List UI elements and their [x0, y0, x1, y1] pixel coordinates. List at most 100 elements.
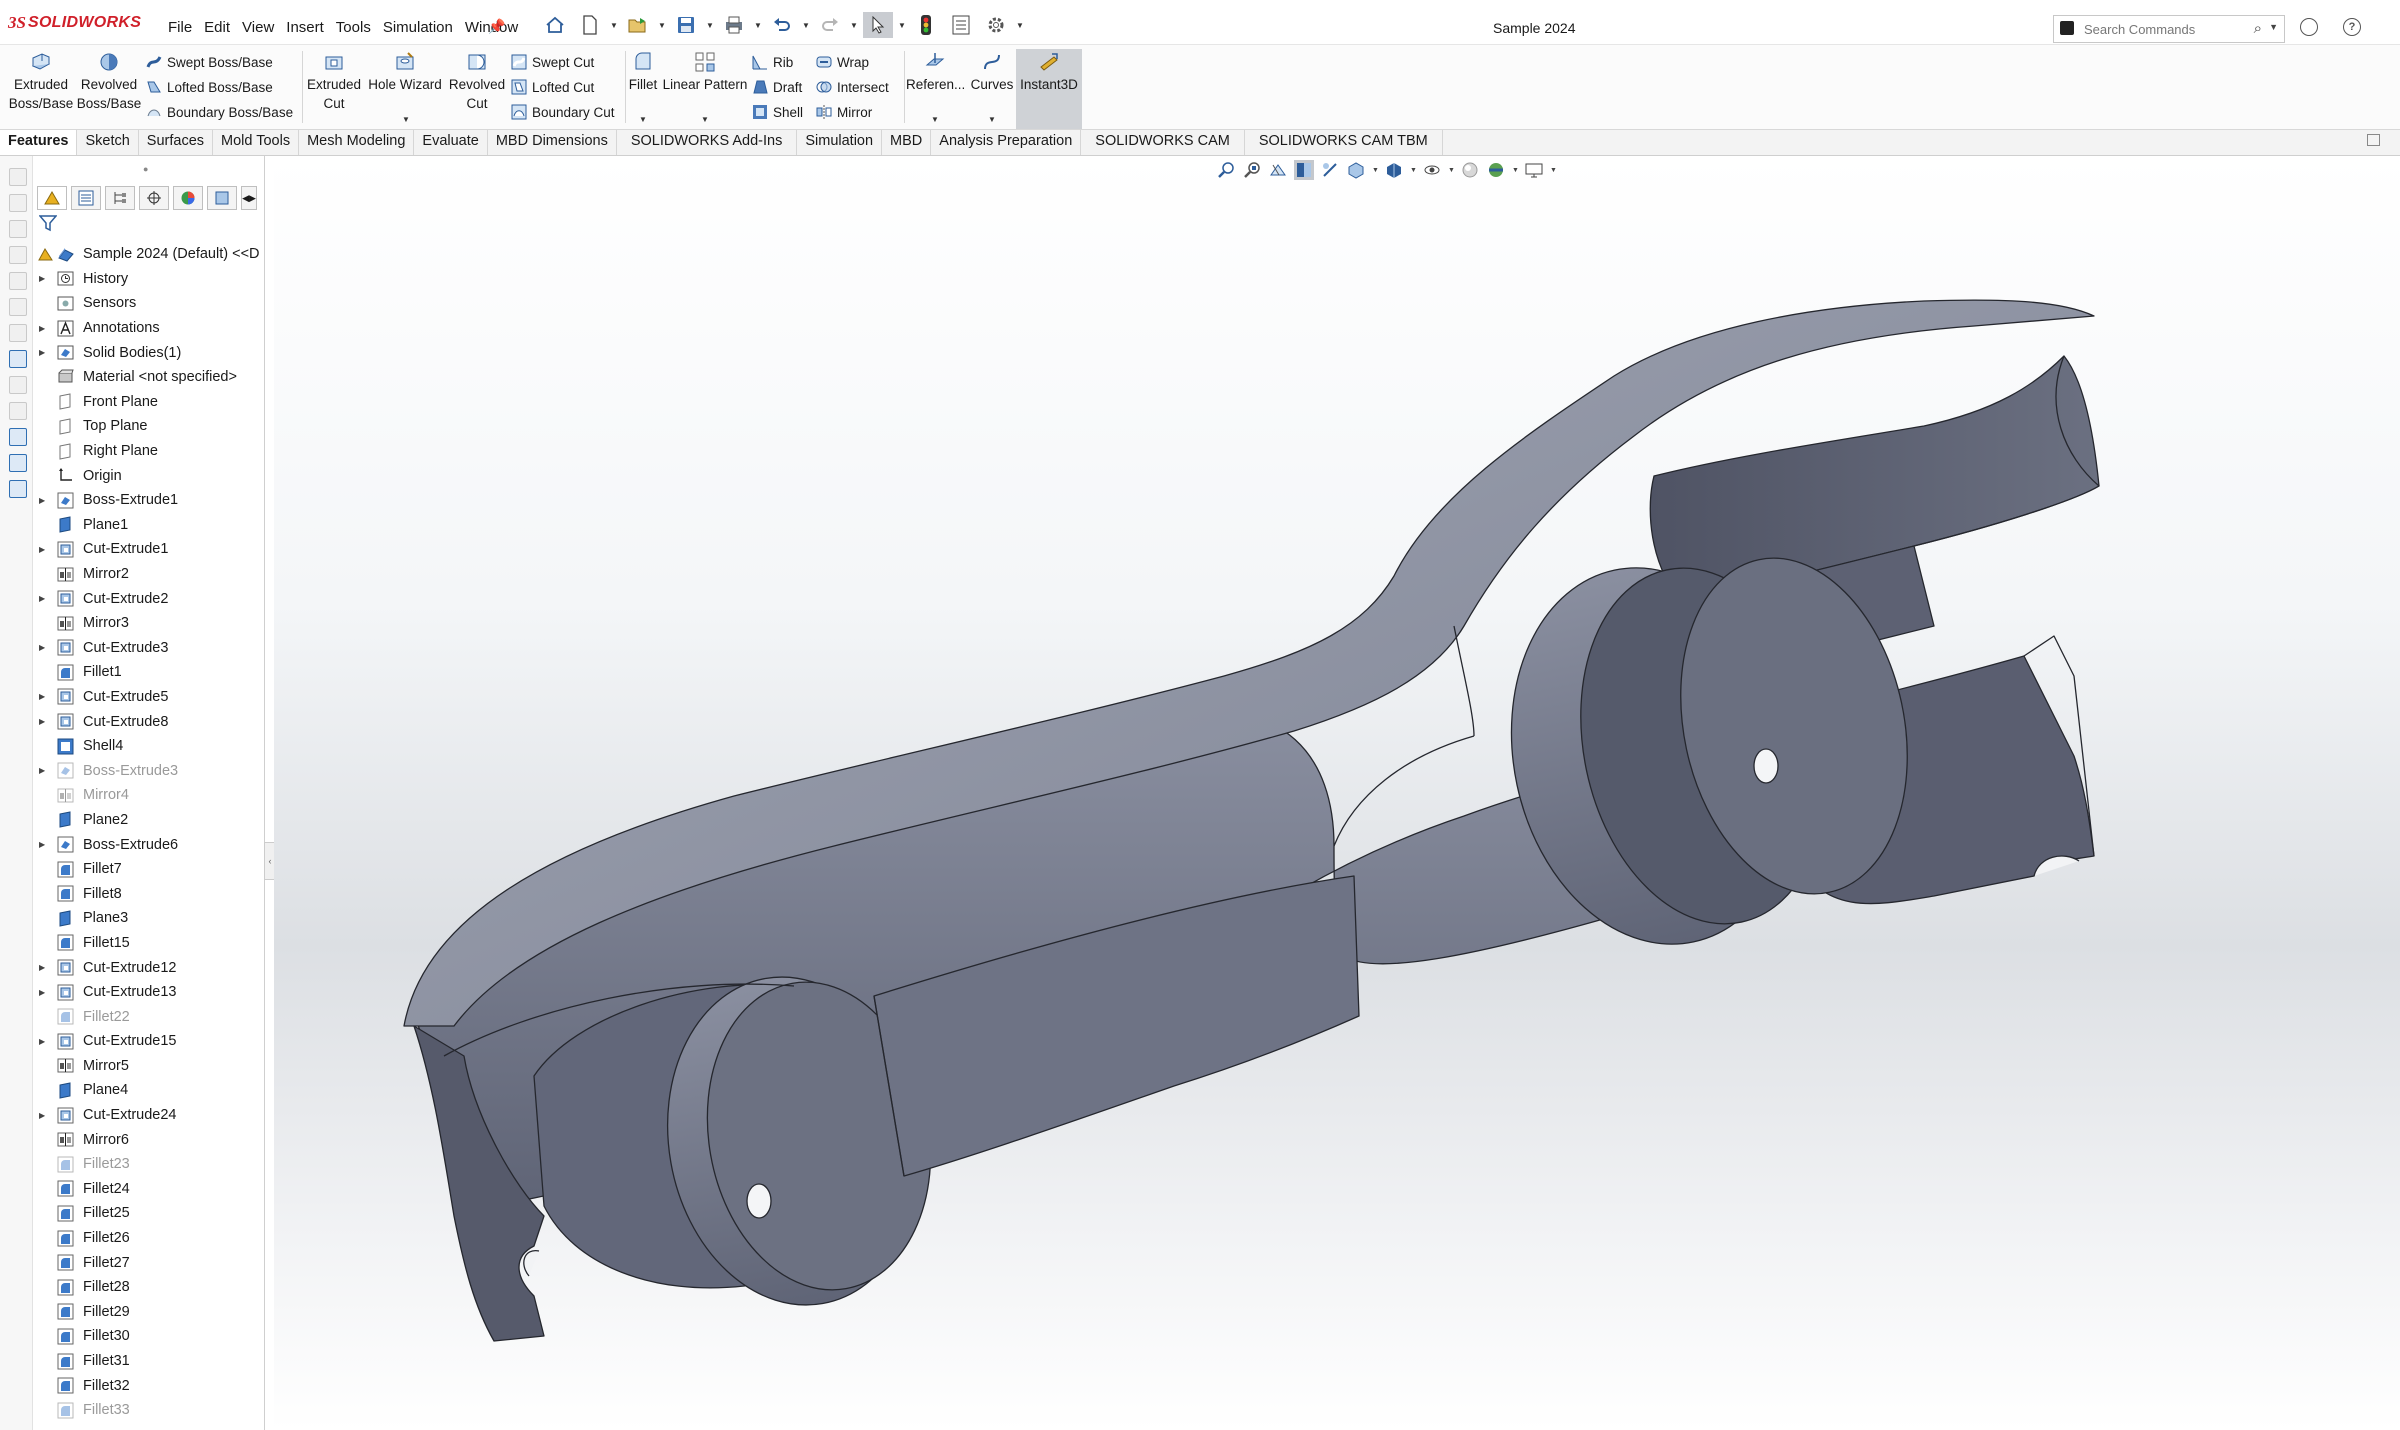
tree-item[interactable]: Mirror3: [33, 611, 264, 636]
search-icon[interactable]: ⌕: [2254, 20, 2262, 37]
expand-arrow-icon[interactable]: ▶: [39, 963, 45, 972]
expand-arrow-icon[interactable]: ▶: [39, 594, 45, 603]
expand-arrow-icon[interactable]: ▶: [39, 324, 45, 333]
tree-item[interactable]: Fillet26: [33, 1226, 264, 1251]
strip-tool-13-icon[interactable]: [9, 480, 27, 498]
configuration-manager-tab-icon[interactable]: [105, 186, 135, 210]
wrap-button[interactable]: Wrap: [816, 51, 869, 73]
tree-item[interactable]: ▶ Cut-Extrude12: [33, 955, 264, 980]
revolved-cut-button[interactable]: Revolved Cut: [446, 51, 508, 113]
expand-arrow-icon[interactable]: ▶: [39, 348, 45, 357]
tree-item[interactable]: ▶ Cut-Extrude24: [33, 1103, 264, 1128]
fillet-button[interactable]: Fillet: [626, 51, 660, 94]
tab-mesh-modeling[interactable]: Mesh Modeling: [299, 130, 415, 155]
strip-tool-4-icon[interactable]: [9, 246, 27, 264]
tab-sketch[interactable]: Sketch: [77, 130, 139, 155]
select-icon[interactable]: [863, 12, 893, 38]
tree-item[interactable]: Mirror6: [33, 1127, 264, 1152]
solidworks-logo[interactable]: 3S SOLIDWORKS: [8, 13, 141, 32]
tree-item[interactable]: ▶ Solid Bodies(1): [33, 340, 264, 365]
open-icon[interactable]: [623, 12, 653, 38]
open-dropdown-icon[interactable]: ▼: [658, 21, 666, 30]
strip-tool-5-icon[interactable]: [9, 272, 27, 290]
linear-pattern-dropdown-icon[interactable]: ▼: [701, 115, 709, 124]
property-manager-tab-icon[interactable]: [71, 186, 101, 210]
menu-simulation[interactable]: Simulation: [377, 19, 459, 36]
cam-tab-icon[interactable]: [207, 186, 237, 210]
draft-button[interactable]: Draft: [752, 76, 802, 98]
tree-item[interactable]: Plane2: [33, 808, 264, 833]
undo-icon[interactable]: [767, 12, 797, 38]
boundary-cut-button[interactable]: Boundary Cut: [511, 101, 615, 123]
tree-item[interactable]: Fillet31: [33, 1349, 264, 1374]
tab-simulation[interactable]: Simulation: [797, 130, 883, 155]
tree-item[interactable]: Fillet8: [33, 881, 264, 906]
rib-button[interactable]: Rib: [752, 51, 793, 73]
curves-dropdown-icon[interactable]: ▼: [988, 115, 996, 124]
display-manager-tab-icon[interactable]: [173, 186, 203, 210]
expand-arrow-icon[interactable]: ▶: [39, 1037, 45, 1046]
expand-arrow-icon[interactable]: ▶: [39, 692, 45, 701]
tree-item[interactable]: Mirror4: [33, 783, 264, 808]
strip-tool-2-icon[interactable]: [9, 194, 27, 212]
strip-tool-12-icon[interactable]: [9, 454, 27, 472]
tree-item[interactable]: Fillet29: [33, 1300, 264, 1325]
save-icon[interactable]: [671, 12, 701, 38]
dimxpert-manager-tab-icon[interactable]: [139, 186, 169, 210]
redo-icon[interactable]: [815, 12, 845, 38]
tree-item[interactable]: Fillet27: [33, 1250, 264, 1275]
strip-tool-11-icon[interactable]: [9, 428, 27, 446]
panel-handle-icon[interactable]: ●: [143, 164, 148, 174]
options-icon[interactable]: [981, 12, 1011, 38]
tree-item[interactable]: Fillet23: [33, 1152, 264, 1177]
tree-item[interactable]: Fillet24: [33, 1177, 264, 1202]
tree-item[interactable]: Fillet22: [33, 1004, 264, 1029]
menu-edit[interactable]: Edit: [198, 19, 236, 36]
part-3d-model[interactable]: [274, 156, 2400, 1430]
file-properties-icon[interactable]: [946, 12, 976, 38]
tree-item[interactable]: ▶ Cut-Extrude8: [33, 709, 264, 734]
swept-cut-button[interactable]: Swept Cut: [511, 51, 594, 73]
lofted-cut-button[interactable]: Lofted Cut: [511, 76, 594, 98]
tab-solidworks-cam[interactable]: SOLIDWORKS CAM: [1081, 130, 1245, 155]
boundary-boss-button[interactable]: Boundary Boss/Base: [146, 101, 293, 123]
tree-item[interactable]: ▶ Cut-Extrude15: [33, 1029, 264, 1054]
strip-tool-8-icon[interactable]: [9, 350, 27, 368]
tab-solidworks-add-ins[interactable]: SOLIDWORKS Add-Ins: [617, 130, 798, 155]
intersect-button[interactable]: Intersect: [816, 76, 889, 98]
tree-item[interactable]: Fillet15: [33, 931, 264, 956]
strip-tool-3-icon[interactable]: [9, 220, 27, 238]
menu-insert[interactable]: Insert: [280, 19, 330, 36]
tree-item[interactable]: ▶ Boss-Extrude1: [33, 488, 264, 513]
tree-item[interactable]: ▶ Boss-Extrude3: [33, 758, 264, 783]
tab-mbd-dimensions[interactable]: MBD Dimensions: [488, 130, 617, 155]
strip-tool-9-icon[interactable]: [9, 376, 27, 394]
hole-wizard-dropdown-icon[interactable]: ▼: [402, 115, 410, 124]
tree-item[interactable]: Sensors: [33, 291, 264, 316]
tree-item[interactable]: ▶ Cut-Extrude5: [33, 685, 264, 710]
tree-item[interactable]: ▶ Boss-Extrude6: [33, 832, 264, 857]
tree-item[interactable]: ▶ Annotations: [33, 316, 264, 341]
tree-item[interactable]: Shell4: [33, 734, 264, 759]
mirror-button[interactable]: Mirror: [816, 101, 872, 123]
new-dropdown-icon[interactable]: ▼: [610, 21, 618, 30]
expand-arrow-icon[interactable]: ▶: [39, 545, 45, 554]
reference-dropdown-icon[interactable]: ▼: [931, 115, 939, 124]
tree-item[interactable]: Plane1: [33, 513, 264, 538]
tree-item[interactable]: Fillet1: [33, 660, 264, 685]
tree-item[interactable]: Plane4: [33, 1078, 264, 1103]
tab-surfaces[interactable]: Surfaces: [139, 130, 214, 155]
options-dropdown-icon[interactable]: ▼: [1016, 21, 1024, 30]
tree-item[interactable]: ▶ Cut-Extrude3: [33, 636, 264, 661]
reference-geometry-button[interactable]: Referen...: [906, 51, 965, 94]
swept-boss-button[interactable]: Swept Boss/Base: [146, 51, 273, 73]
filter-icon[interactable]: [38, 214, 58, 232]
search-commands-input[interactable]: Search Commands ⌕ ▼: [2053, 15, 2285, 43]
tree-item[interactable]: ▶ History: [33, 267, 264, 292]
expand-arrow-icon[interactable]: ▶: [39, 1111, 45, 1120]
help-icon[interactable]: ?: [2343, 18, 2361, 36]
expand-arrow-icon[interactable]: ▶: [39, 274, 45, 283]
redo-dropdown-icon[interactable]: ▼: [850, 21, 858, 30]
expand-arrow-icon[interactable]: ▶: [39, 766, 45, 775]
tree-item[interactable]: ▶ Cut-Extrude13: [33, 980, 264, 1005]
